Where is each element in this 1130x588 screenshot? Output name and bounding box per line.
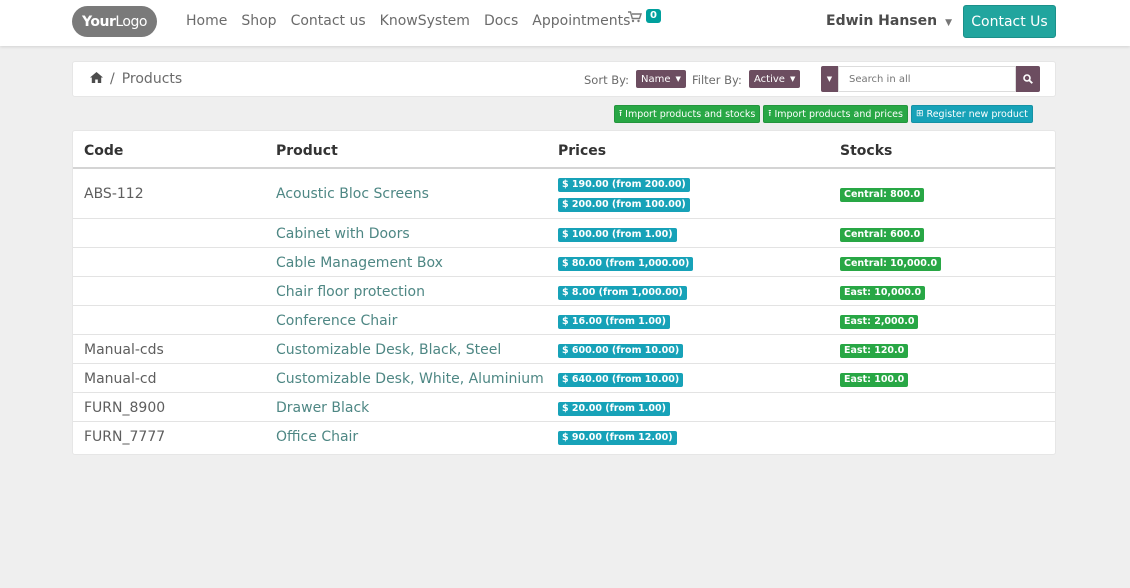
nav-home[interactable]: Home (186, 12, 227, 30)
filter-value: Active (754, 73, 785, 85)
user-name: Edwin Hansen (826, 13, 938, 29)
plus-square-icon: ⊞ (915, 109, 924, 119)
action-buttons: ⭱ Import products and stocks ⭱ Import prod… (614, 105, 1033, 123)
price-badge: $ 80.00 (from 1,000.00) (558, 257, 694, 271)
nav-appointments[interactable]: Appointments (532, 12, 630, 30)
row-product-link[interactable]: Customizable Desk, Black, Steel (276, 342, 501, 358)
stock-badge: East: 10,000.0 (840, 286, 926, 300)
row-code: ABS-112 (84, 186, 144, 202)
logo-rest-text: Logo (115, 13, 147, 30)
import-stocks-button[interactable]: ⭱ Import products and stocks (614, 105, 761, 123)
row-divider (73, 218, 1055, 219)
price-badge: $ 190.00 (from 200.00) (558, 178, 690, 192)
row-product-link[interactable]: Customizable Desk, White, Aluminium (276, 371, 544, 387)
row-divider (73, 392, 1055, 393)
sort-value: Name (641, 73, 671, 85)
nav-shop[interactable]: Shop (241, 12, 276, 30)
header-stocks: Stocks (840, 143, 893, 159)
row-divider (73, 276, 1055, 277)
price-badge: $ 90.00 (from 12.00) (558, 431, 677, 445)
price-badge: $ 200.00 (from 100.00) (558, 198, 690, 212)
sort-label: Sort By: (584, 73, 629, 87)
row-divider (73, 363, 1055, 364)
row-divider (73, 334, 1055, 335)
cart-count-badge: 0 (646, 9, 661, 23)
breadcrumb-separator: / (110, 71, 115, 87)
row-code: FURN_7777 (84, 429, 166, 445)
upload-icon: ⭱ (619, 109, 623, 119)
row-product-link[interactable]: Cabinet with Doors (276, 226, 410, 242)
stock-badge: Central: 10,000.0 (840, 257, 942, 271)
row-divider (73, 305, 1055, 306)
row-product-link[interactable]: Chair floor protection (276, 284, 425, 300)
site-logo[interactable]: Your Logo (72, 6, 157, 37)
breadcrumb: / Products (90, 71, 182, 87)
stock-badge: Central: 600.0 (840, 228, 925, 242)
top-navbar: Your Logo Home Shop Contact us KnowSystem… (0, 0, 1130, 46)
nav-knowsystem[interactable]: KnowSystem (380, 12, 470, 30)
contact-us-button[interactable]: Contact Us (963, 5, 1056, 38)
header-code: Code (84, 143, 124, 159)
products-table: Code Product Prices Stocks ABS-112 Acous… (72, 130, 1056, 455)
row-product-link[interactable]: Cable Management Box (276, 255, 443, 271)
stock-badge: East: 2,000.0 (840, 315, 919, 329)
row-product-link[interactable]: Acoustic Bloc Screens (276, 186, 429, 202)
header-divider (73, 167, 1055, 169)
header-prices: Prices (558, 143, 607, 159)
row-divider (73, 247, 1055, 248)
price-badge: $ 640.00 (from 10.00) (558, 373, 684, 387)
price-badge: $ 600.00 (from 10.00) (558, 344, 684, 358)
filter-dropdown[interactable]: Active ▼ (749, 70, 801, 88)
price-badge: $ 20.00 (from 1.00) (558, 402, 670, 416)
stock-badge: Central: 800.0 (840, 188, 925, 202)
stock-badge: East: 100.0 (840, 373, 909, 387)
price-badge: $ 16.00 (from 1.00) (558, 315, 670, 329)
register-product-button[interactable]: ⊞ Register new product (910, 105, 1033, 123)
import-prices-button[interactable]: ⭱ Import products and prices (763, 105, 908, 123)
caret-down-icon: ▼ (675, 75, 681, 83)
search-options-caret-icon[interactable]: ▼ (821, 66, 838, 92)
header-product: Product (276, 143, 338, 159)
caret-down-icon: ▼ (789, 75, 796, 83)
logo-bold-text: Your (82, 13, 116, 30)
stock-badge: East: 120.0 (840, 344, 909, 358)
caret-down-icon: ▼ (945, 18, 953, 28)
price-badge: $ 8.00 (from 1,000.00) (558, 286, 687, 300)
search-button[interactable] (1016, 66, 1040, 92)
cart-icon[interactable] (628, 11, 642, 27)
price-badge: $ 100.00 (from 1.00) (558, 228, 677, 242)
home-icon[interactable] (90, 71, 103, 87)
sort-dropdown[interactable]: Name ▼ (636, 70, 686, 88)
row-product-link[interactable]: Drawer Black (276, 400, 369, 416)
filter-label: Filter By: (692, 73, 742, 87)
nav-docs[interactable]: Docs (484, 12, 518, 30)
row-divider (73, 421, 1055, 422)
search-icon (1023, 74, 1033, 84)
row-product-link[interactable]: Office Chair (276, 429, 358, 445)
row-code: Manual-cd (84, 371, 157, 387)
row-code: FURN_8900 (84, 400, 166, 416)
main-menu: Home Shop Contact us KnowSystem Docs App… (186, 12, 644, 30)
search-input[interactable] (838, 66, 1016, 92)
breadcrumb-bar: / Products Sort By: Name ▼ Filter By: Act… (72, 61, 1056, 97)
nav-contact-us[interactable]: Contact us (291, 12, 366, 30)
user-menu[interactable]: Edwin Hansen ▼ (826, 12, 952, 32)
row-product-link[interactable]: Conference Chair (276, 313, 397, 329)
upload-icon: ⭱ (768, 109, 772, 119)
row-code: Manual-cds (84, 342, 164, 358)
breadcrumb-current: Products (121, 71, 183, 87)
